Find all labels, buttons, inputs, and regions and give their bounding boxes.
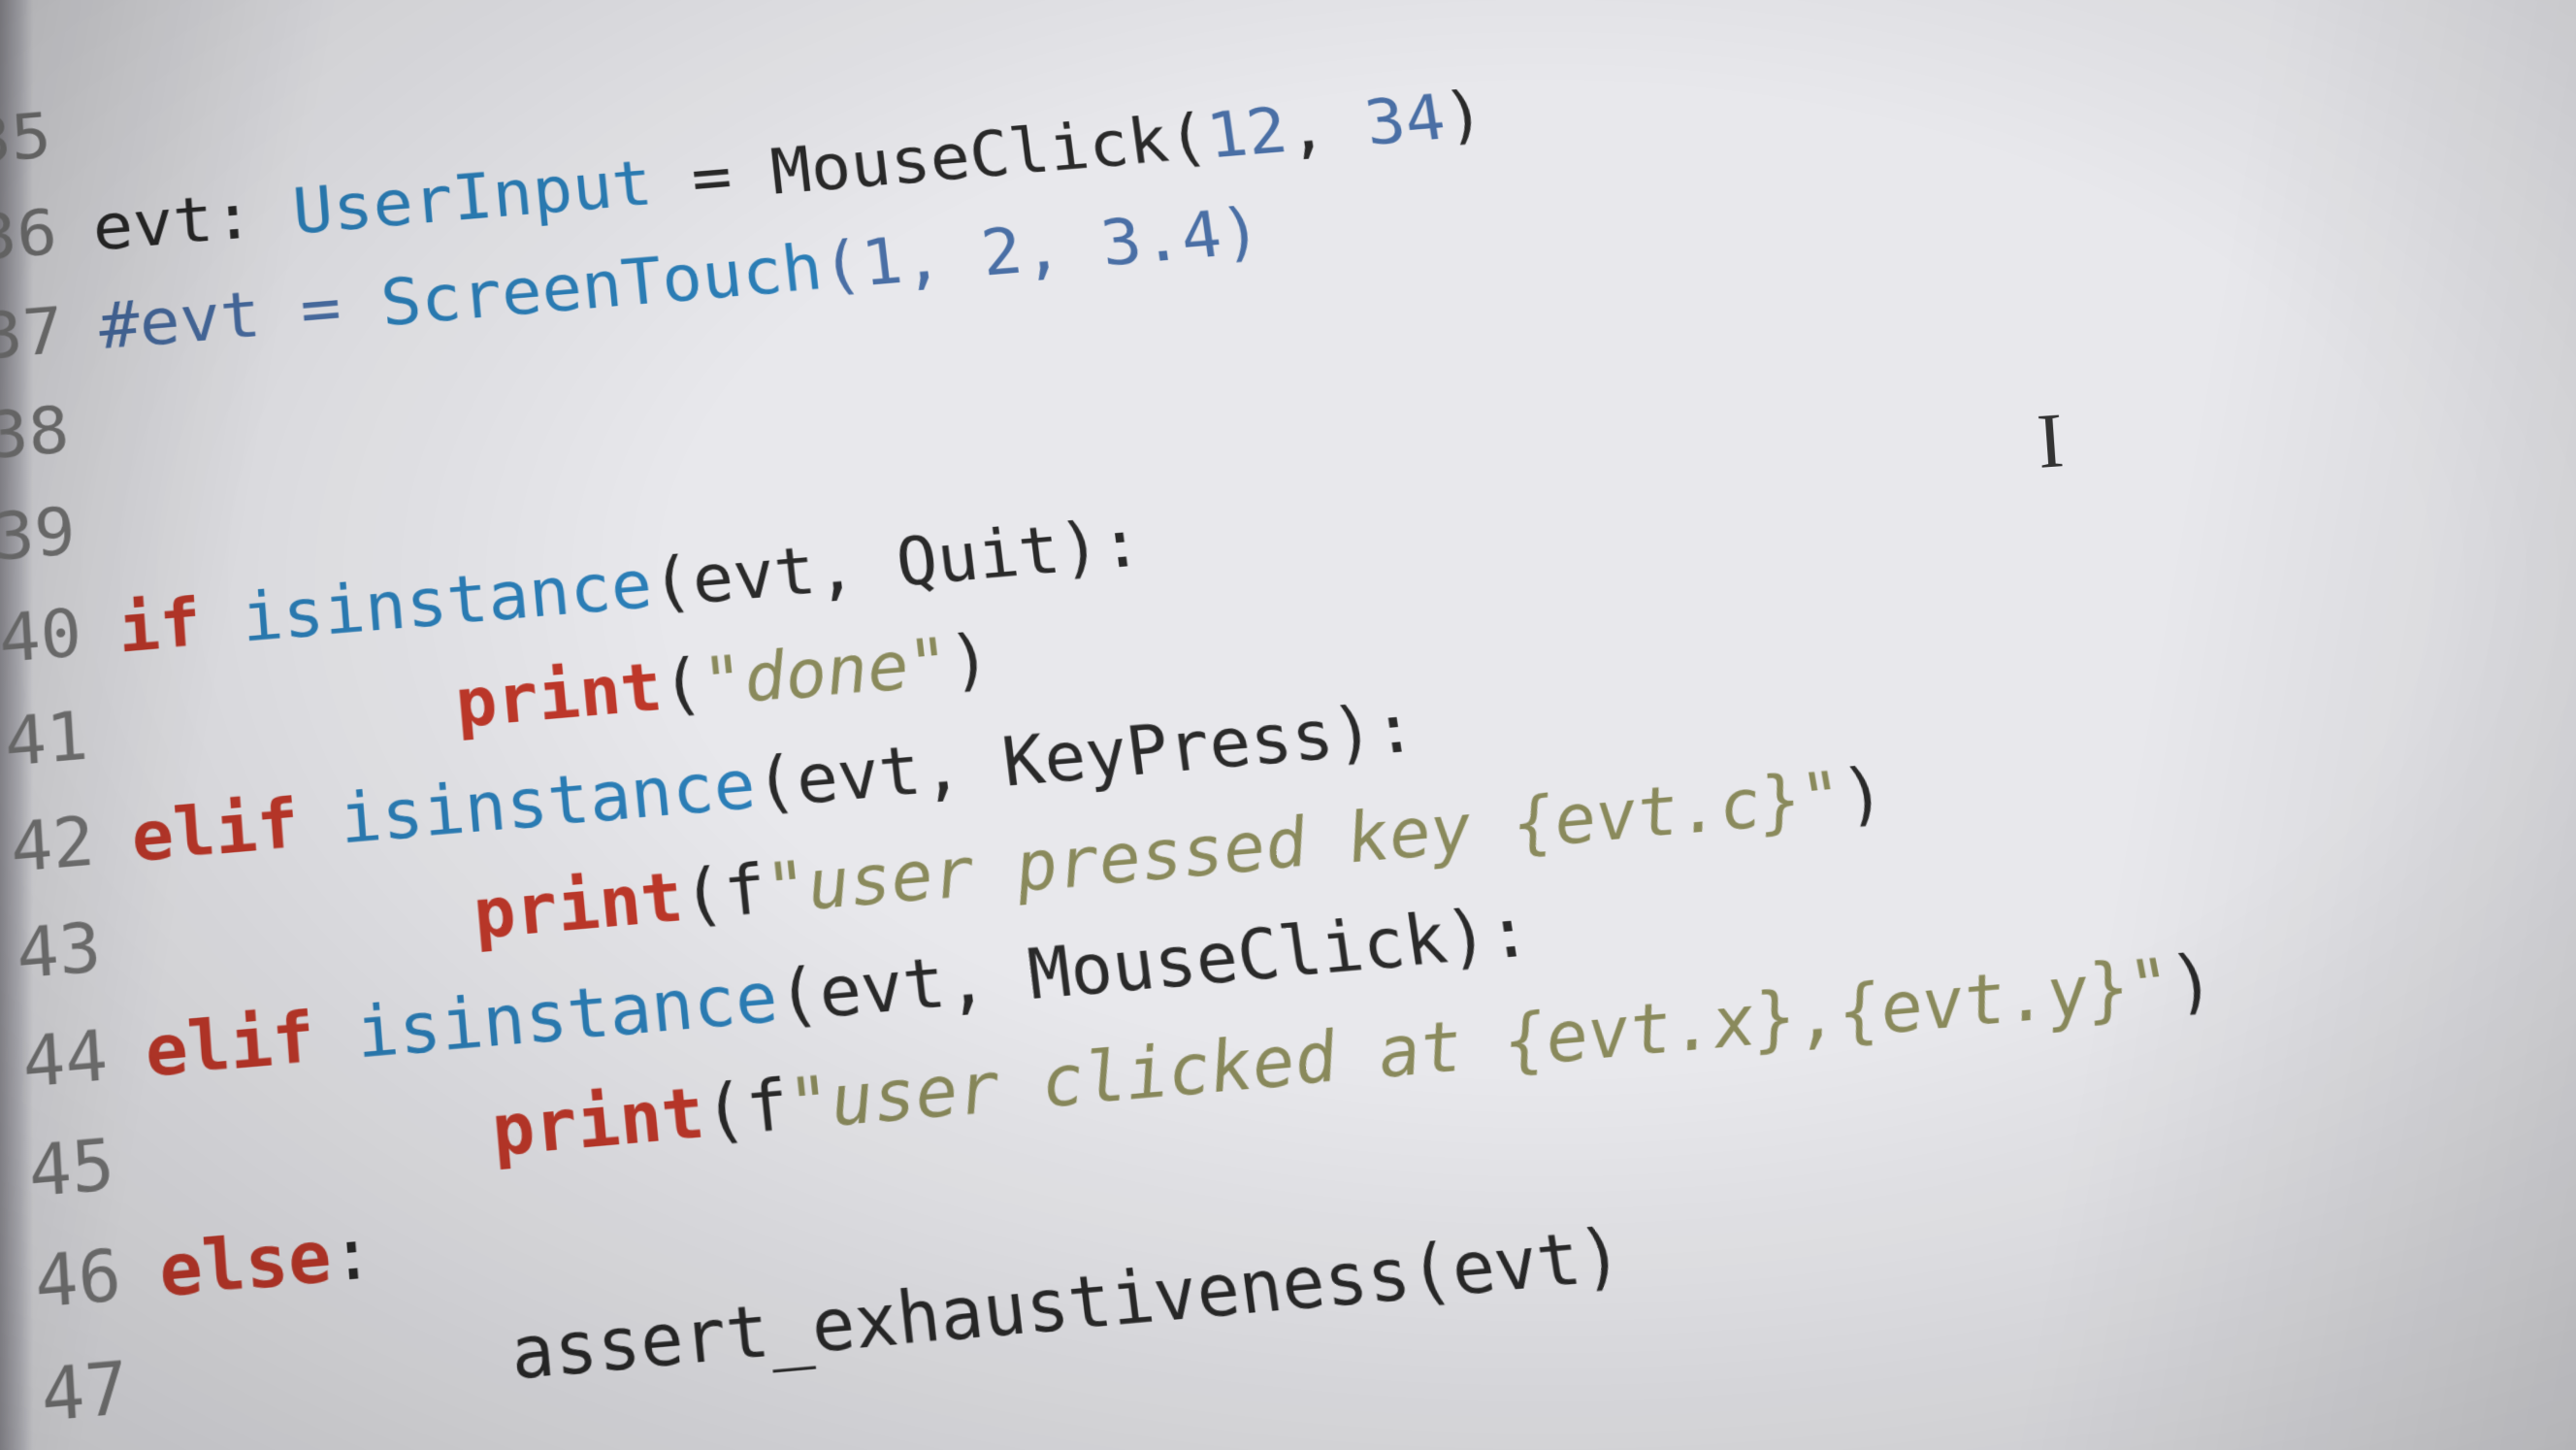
code-token: : xyxy=(328,1212,377,1300)
line-number: 37 xyxy=(0,281,66,388)
code-token: (evt) xyxy=(1404,1213,1629,1316)
code-token: evt xyxy=(90,183,215,266)
code-token: , xyxy=(1282,88,1371,167)
code-token: "done" xyxy=(699,624,954,723)
code-token: (f xyxy=(678,850,769,938)
code-token xyxy=(136,875,477,984)
line-number: 39 xyxy=(0,480,79,590)
line-number: 40 xyxy=(0,582,84,694)
line-number: 45 xyxy=(9,1110,117,1230)
line-number: 35 xyxy=(0,88,54,192)
code-token: 12 xyxy=(1202,95,1291,174)
line-number: 36 xyxy=(0,184,60,290)
code-token: if xyxy=(116,581,245,669)
code-token: ) xyxy=(945,621,995,702)
code-token xyxy=(149,1091,496,1203)
code-editor[interactable]: 3536evt: UserInput = MouseClick(12, 34)3… xyxy=(0,0,2576,1450)
code-token: UserInput xyxy=(290,148,656,250)
line-number: 43 xyxy=(0,895,104,1010)
line-number: 38 xyxy=(0,380,72,489)
code-token: print xyxy=(452,648,666,743)
code-token: : xyxy=(211,177,296,256)
code-token xyxy=(164,1312,515,1428)
code-content[interactable]: else: xyxy=(156,1199,378,1329)
code-token: 34 xyxy=(1360,82,1451,160)
line-number: 46 xyxy=(16,1221,125,1342)
line-number: 42 xyxy=(0,789,98,904)
code-token: print xyxy=(489,1072,708,1173)
line-number: 47 xyxy=(21,1333,132,1450)
code-token: = xyxy=(648,138,775,220)
line-number: 41 xyxy=(0,685,91,798)
code-token: elif xyxy=(129,781,342,878)
line-number: 44 xyxy=(3,1002,111,1119)
code-token: (f xyxy=(700,1065,793,1154)
code-token xyxy=(122,666,459,772)
code-token: #evt = xyxy=(97,268,384,365)
code-token: else xyxy=(157,1216,334,1315)
code-token: print xyxy=(471,858,687,956)
code-token: elif xyxy=(143,994,359,1094)
